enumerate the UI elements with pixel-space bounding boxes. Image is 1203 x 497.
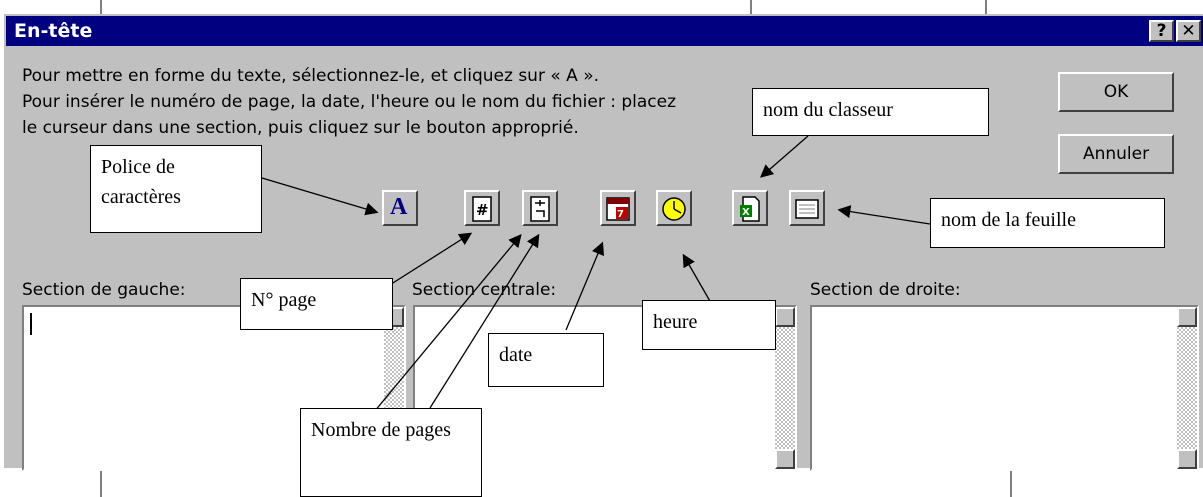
background-divider [1010, 468, 1012, 497]
workbook-name-button[interactable]: X [732, 190, 768, 226]
close-button[interactable]: ✕ [1176, 20, 1201, 42]
font-button[interactable]: A [382, 190, 418, 226]
background-strip-bottom [0, 468, 1203, 497]
background-divider [100, 0, 102, 14]
section-left-label: Section de gauche: [22, 280, 186, 300]
page-count-icon [530, 196, 550, 222]
page-number-icon: # [472, 196, 492, 222]
workbook-name-icon: X [740, 196, 760, 222]
callout-police: Police de caractères [90, 145, 262, 233]
scroll-down-button[interactable] [775, 449, 795, 469]
help-button[interactable]: ? [1149, 20, 1174, 42]
scroll-up-button[interactable] [775, 307, 795, 327]
title-bar: En-tête ? ✕ [6, 16, 1203, 46]
callout-classeur: nom du classeur [752, 88, 989, 136]
callout-npage: N° page [240, 278, 393, 330]
dialog-title: En-tête [14, 20, 93, 42]
instruction-line: le curseur dans une section, puis clique… [22, 118, 579, 138]
time-button[interactable] [656, 190, 692, 226]
font-icon: A [390, 194, 408, 220]
scroll-up-button[interactable] [1177, 307, 1197, 327]
callout-feuille: nom de la feuille [930, 198, 1165, 248]
page-number-button[interactable]: # [464, 190, 500, 226]
background-divider [750, 0, 752, 14]
instruction-line: Pour mettre en forme du texte, sélection… [22, 66, 599, 86]
date-button[interactable]: 7 [600, 190, 636, 226]
time-icon [662, 197, 686, 221]
svg-text:7: 7 [617, 209, 624, 220]
svg-text:#: # [476, 201, 489, 219]
date-icon: 7 [606, 197, 630, 221]
svg-text:X: X [742, 207, 750, 218]
ok-button[interactable]: OK [1058, 72, 1174, 112]
background-strip-top [0, 0, 1203, 14]
sheet-name-icon [795, 199, 819, 219]
section-center-label: Section centrale: [412, 280, 557, 300]
callout-nombre: Nombre de pages [300, 408, 482, 497]
background-divider [100, 468, 102, 497]
instruction-line: Pour insérer le numéro de page, la date,… [22, 92, 677, 112]
background-divider [985, 0, 987, 14]
scrollbar[interactable] [775, 307, 795, 469]
callout-heure: heure [642, 300, 776, 350]
text-cursor [30, 313, 32, 335]
section-right-input[interactable] [810, 305, 1199, 471]
scrollbar[interactable] [1177, 307, 1197, 469]
callout-date: date [488, 333, 604, 387]
section-right-label: Section de droite: [810, 280, 961, 300]
page-count-button[interactable] [522, 190, 558, 226]
scroll-down-button[interactable] [1177, 449, 1197, 469]
cancel-button[interactable]: Annuler [1058, 134, 1174, 174]
sheet-name-button[interactable] [789, 190, 825, 226]
